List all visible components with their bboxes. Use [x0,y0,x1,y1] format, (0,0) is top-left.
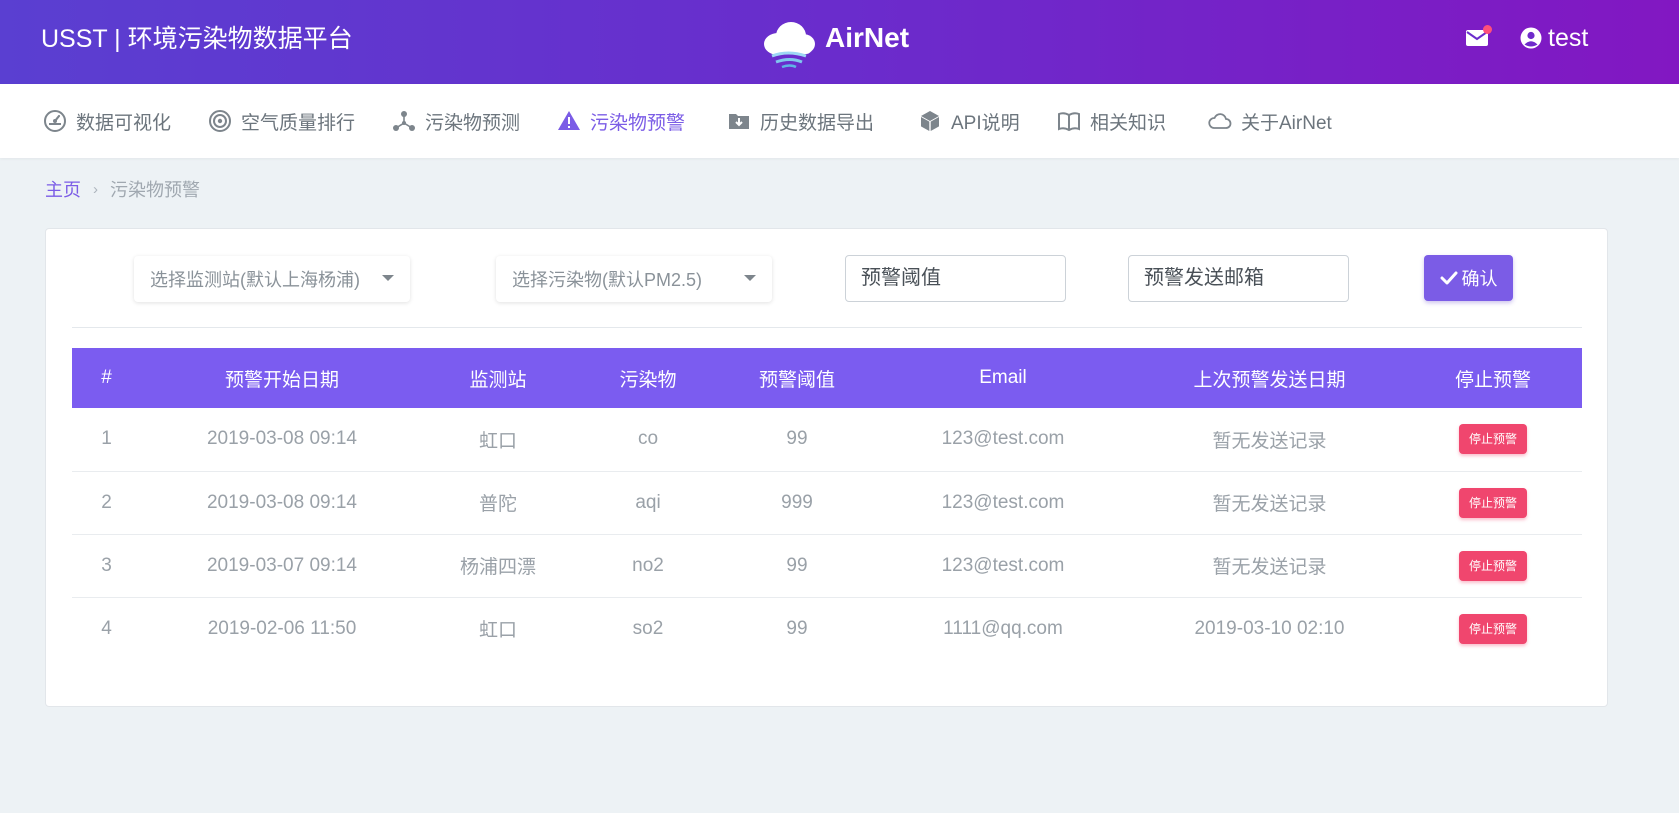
caret-down-icon [744,275,756,281]
cell-email: 123@test.com [941,428,1065,450]
nav-label: 污染物预警 [590,112,686,134]
stop-warning-button[interactable]: 停止预警 [1458,613,1527,644]
nav-item-history-export[interactable]: 历史数据导出 [727,84,874,158]
cell-pollutant: co [637,428,659,450]
confirm-label: 确认 [1461,269,1498,289]
cell-action: 停止预警 [1404,533,1582,597]
stop-warning-button[interactable]: 停止预警 [1458,487,1527,518]
col-header-station: 监测站 [423,348,573,408]
brand-title[interactable]: USST | 环境污染物数据平台 [41,24,353,54]
chevron-right-icon: › [93,181,98,198]
cell-action: 停止预警 [1404,470,1582,534]
cell-station: 虹口 [478,430,517,452]
pollutant-select[interactable]: 选择污染物(默认PM2.5) [496,256,772,302]
folder-download-icon [729,114,749,129]
cell-threshold: 999 [723,470,871,534]
cell-start-date: 2019-03-08 09:14 [141,470,423,534]
col-header-last-sent: 上次预警发送日期 [1135,348,1404,408]
cell-station: 杨浦四漂 [423,533,573,597]
cell-station: 普陀 [423,470,573,534]
cell-index: 2 [72,470,141,534]
cell-threshold: 99 [723,596,871,660]
user-icon[interactable] [1520,27,1542,49]
dashboard-icon [44,110,66,132]
nav-label: 相关知识 [1090,112,1167,134]
warning-icon [558,111,580,130]
nav-item-pollutant-warning[interactable]: 污染物预警 [557,84,685,158]
target-icon [209,110,231,132]
user-name[interactable]: test [1548,22,1588,54]
nav-item-api-docs[interactable]: API说明 [918,84,1020,158]
stop-warning-button[interactable]: 停止预警 [1458,550,1527,581]
cell-pollutant: no2 [573,533,723,597]
logo-text[interactable]: AirNet [825,20,909,56]
cell-last-sent: 暂无发送记录 [1135,533,1404,597]
table-row: 2 2019-03-08 09:14 普陀 aqi 999 123@test.c… [72,470,1582,534]
cell-action: 停止预警 [1404,596,1582,660]
breadcrumb-current: 污染物预警 [110,180,200,200]
nav-label: 历史数据导出 [760,112,875,134]
table-row: 3 2019-03-07 09:14 杨浦四漂 no2 99 123@test.… [72,533,1582,597]
col-header-stop: 停止预警 [1404,348,1582,408]
top-header: USST | 环境污染物数据平台 AirNet test [0,0,1679,84]
notification-dot [1483,25,1492,34]
table-row: 4 2019-02-06 11:50 虹口 so2 99 1111@qq.com… [72,596,1582,660]
cell-index: 3 [72,533,141,597]
cell-station: 虹口 [423,596,573,660]
breadcrumb: 主页 › 污染物预警 [45,178,200,202]
nav-label: API说明 [951,112,1020,134]
nav-label: 数据可视化 [76,112,172,134]
network-icon [393,111,415,131]
warning-table: # 预警开始日期 监测站 污染物 预警阈值 Email 上次预警发送日期 停止预… [72,348,1582,660]
nav-label: 污染物预测 [425,112,521,134]
cell-last-sent: 暂无发送记录 [1135,470,1404,534]
cell-last-sent: 2019-03-10 02:10 [1135,596,1404,660]
book-icon [1058,112,1080,132]
cloud-icon [1208,113,1232,129]
nav-item-data-visualization[interactable]: 数据可视化 [43,84,171,158]
col-header-index: # [72,348,141,408]
main-nav: 数据可视化 空气质量排行 污染物预测 污染物预警 历史数据导出 API说明 相关… [0,84,1679,158]
cell-pollutant: aqi [573,470,723,534]
cell-start-date: 2019-03-07 09:14 [141,533,423,597]
cell-start-date: 2019-03-08 09:14 [206,428,357,450]
threshold-input[interactable] [845,255,1066,302]
divider [72,327,1582,328]
email-input[interactable] [1128,255,1349,302]
cell-start-date: 2019-02-06 11:50 [141,596,423,660]
cloud-logo-icon[interactable] [758,14,820,70]
cell-pollutant: so2 [573,596,723,660]
cell-threshold: 99 [723,533,871,597]
breadcrumb-home-link[interactable]: 主页 [45,178,81,202]
col-header-threshold: 预警阈值 [723,348,871,408]
nav-item-pollutant-prediction[interactable]: 污染物预测 [392,84,520,158]
table-header-row: # 预警开始日期 监测站 污染物 预警阈值 Email 上次预警发送日期 停止预… [72,348,1582,408]
cell-threshold: 99 [786,428,808,450]
stop-warning-button[interactable]: 停止预警 [1458,424,1527,455]
nav-label: 关于AirNet [1241,112,1332,134]
pollutant-select-value: 选择污染物(默认PM2.5) [512,270,703,290]
cell-index: 1 [101,428,112,450]
nav-item-about-airnet[interactable]: 关于AirNet [1208,84,1332,158]
col-header-email: Email [871,348,1135,408]
caret-down-icon [382,275,394,281]
nav-item-air-quality-ranking[interactable]: 空气质量排行 [208,84,355,158]
col-header-start-date: 预警开始日期 [141,348,423,408]
station-select[interactable]: 选择监测站(默认上海杨浦) [134,256,410,302]
warning-card: 选择监测站(默认上海杨浦) 选择污染物(默认PM2.5) 确认 # 预警开始日期 [45,228,1608,707]
cell-index: 4 [72,596,141,660]
cell-email: 1111@qq.com [871,596,1135,660]
nav-label: 空气质量排行 [241,112,356,134]
table-row: 1 2019-03-08 09:14 虹口 co 99 123@test.com… [72,408,1582,471]
cell-last-sent: 暂无发送记录 [1212,430,1327,452]
cube-icon [921,111,939,131]
check-icon [1440,271,1457,285]
cell-email: 123@test.com [871,470,1135,534]
confirm-button[interactable]: 确认 [1424,255,1513,301]
col-header-pollutant: 污染物 [573,348,723,408]
cell-action: 停止预警 [1404,408,1582,471]
cell-email: 123@test.com [871,533,1135,597]
nav-item-related-knowledge[interactable]: 相关知识 [1057,84,1166,158]
station-select-value: 选择监测站(默认上海杨浦) [150,270,360,290]
